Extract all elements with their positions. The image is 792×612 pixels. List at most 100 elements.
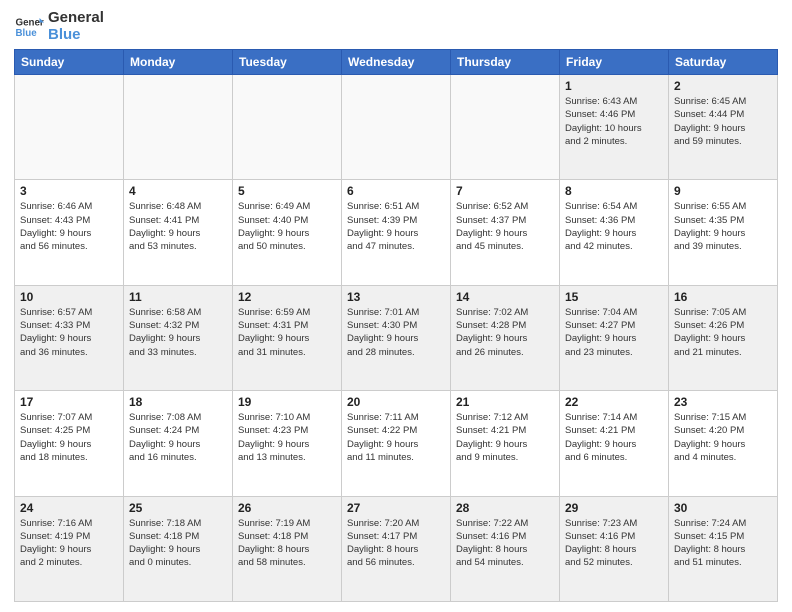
day-info: Sunrise: 7:10 AMSunset: 4:23 PMDaylight:… xyxy=(238,411,336,464)
calendar-table: SundayMondayTuesdayWednesdayThursdayFrid… xyxy=(14,49,778,602)
day-info: Sunrise: 7:18 AMSunset: 4:18 PMDaylight:… xyxy=(129,517,227,570)
week-row-1: 1Sunrise: 6:43 AMSunset: 4:46 PMDaylight… xyxy=(15,75,778,180)
day-number: 10 xyxy=(20,290,118,304)
day-number: 6 xyxy=(347,184,445,198)
day-info: Sunrise: 6:58 AMSunset: 4:32 PMDaylight:… xyxy=(129,306,227,359)
day-cell: 12 Sunrise: 6:59 AMSunset: 4:31 PMDayligh… xyxy=(233,285,342,390)
day-info: Sunrise: 7:24 AMSunset: 4:15 PMDaylight:… xyxy=(674,517,772,570)
day-cell xyxy=(233,75,342,180)
weekday-tuesday: Tuesday xyxy=(233,50,342,75)
day-cell: 10 Sunrise: 6:57 AMSunset: 4:33 PMDayligh… xyxy=(15,285,124,390)
day-cell: 23 Sunrise: 7:15 AMSunset: 4:20 PMDayligh… xyxy=(669,391,778,496)
day-cell: 30Sunrise: 7:24 AMSunset: 4:15 PMDayligh… xyxy=(669,496,778,601)
day-cell: 18 Sunrise: 7:08 AMSunset: 4:24 PMDayligh… xyxy=(124,391,233,496)
day-info: Sunrise: 6:46 AMSunset: 4:43 PMDaylight:… xyxy=(20,200,118,253)
day-info: Sunrise: 7:07 AMSunset: 4:25 PMDaylight:… xyxy=(20,411,118,464)
day-cell xyxy=(451,75,560,180)
day-cell: 6 Sunrise: 6:51 AMSunset: 4:39 PMDaylight… xyxy=(342,180,451,285)
day-number: 26 xyxy=(238,501,336,515)
day-number: 19 xyxy=(238,395,336,409)
day-info: Sunrise: 7:16 AMSunset: 4:19 PMDaylight:… xyxy=(20,517,118,570)
day-number: 12 xyxy=(238,290,336,304)
day-cell: 26 Sunrise: 7:19 AMSunset: 4:18 PMDayligh… xyxy=(233,496,342,601)
day-info: Sunrise: 7:14 AMSunset: 4:21 PMDaylight:… xyxy=(565,411,663,464)
day-number: 28 xyxy=(456,501,554,515)
day-info: Sunrise: 6:52 AMSunset: 4:37 PMDaylight:… xyxy=(456,200,554,253)
day-info: Sunrise: 7:12 AMSunset: 4:21 PMDaylight:… xyxy=(456,411,554,464)
day-cell: 19 Sunrise: 7:10 AMSunset: 4:23 PMDayligh… xyxy=(233,391,342,496)
header: General Blue General Blue xyxy=(14,10,778,43)
day-cell: 1Sunrise: 6:43 AMSunset: 4:46 PMDaylight… xyxy=(560,75,669,180)
day-number: 5 xyxy=(238,184,336,198)
day-info: Sunrise: 7:08 AMSunset: 4:24 PMDaylight:… xyxy=(129,411,227,464)
day-number: 25 xyxy=(129,501,227,515)
day-number: 11 xyxy=(129,290,227,304)
day-cell: 7Sunrise: 6:52 AMSunset: 4:37 PMDaylight… xyxy=(451,180,560,285)
day-number: 23 xyxy=(674,395,772,409)
day-info: Sunrise: 7:05 AMSunset: 4:26 PMDaylight:… xyxy=(674,306,772,359)
day-cell: 11 Sunrise: 6:58 AMSunset: 4:32 PMDayligh… xyxy=(124,285,233,390)
day-number: 24 xyxy=(20,501,118,515)
day-cell: 29 Sunrise: 7:23 AMSunset: 4:16 PMDayligh… xyxy=(560,496,669,601)
day-cell: 21 Sunrise: 7:12 AMSunset: 4:21 PMDayligh… xyxy=(451,391,560,496)
weekday-wednesday: Wednesday xyxy=(342,50,451,75)
day-cell: 3 Sunrise: 6:46 AMSunset: 4:43 PMDaylight… xyxy=(15,180,124,285)
day-number: 8 xyxy=(565,184,663,198)
day-cell: 15Sunrise: 7:04 AMSunset: 4:27 PMDayligh… xyxy=(560,285,669,390)
day-number: 18 xyxy=(129,395,227,409)
svg-text:Blue: Blue xyxy=(16,28,38,39)
day-cell: 16 Sunrise: 7:05 AMSunset: 4:26 PMDayligh… xyxy=(669,285,778,390)
page: General Blue General Blue SundayMondayTu… xyxy=(0,0,792,612)
day-number: 29 xyxy=(565,501,663,515)
day-cell: 27 Sunrise: 7:20 AMSunset: 4:17 PMDayligh… xyxy=(342,496,451,601)
day-info: Sunrise: 7:15 AMSunset: 4:20 PMDaylight:… xyxy=(674,411,772,464)
day-cell: 14 Sunrise: 7:02 AMSunset: 4:28 PMDayligh… xyxy=(451,285,560,390)
day-info: Sunrise: 6:49 AMSunset: 4:40 PMDaylight:… xyxy=(238,200,336,253)
day-info: Sunrise: 7:19 AMSunset: 4:18 PMDaylight:… xyxy=(238,517,336,570)
day-number: 1 xyxy=(565,79,663,93)
logo-text: General xyxy=(48,10,104,27)
week-row-2: 3 Sunrise: 6:46 AMSunset: 4:43 PMDaylight… xyxy=(15,180,778,285)
day-info: Sunrise: 6:59 AMSunset: 4:31 PMDaylight:… xyxy=(238,306,336,359)
day-cell: 24 Sunrise: 7:16 AMSunset: 4:19 PMDayligh… xyxy=(15,496,124,601)
day-cell: 20Sunrise: 7:11 AMSunset: 4:22 PMDayligh… xyxy=(342,391,451,496)
day-cell: 17 Sunrise: 7:07 AMSunset: 4:25 PMDayligh… xyxy=(15,391,124,496)
day-cell: 28Sunrise: 7:22 AMSunset: 4:16 PMDayligh… xyxy=(451,496,560,601)
day-number: 17 xyxy=(20,395,118,409)
day-number: 9 xyxy=(674,184,772,198)
day-info: Sunrise: 7:02 AMSunset: 4:28 PMDaylight:… xyxy=(456,306,554,359)
day-number: 16 xyxy=(674,290,772,304)
day-cell xyxy=(15,75,124,180)
calendar-body: 1Sunrise: 6:43 AMSunset: 4:46 PMDaylight… xyxy=(15,75,778,602)
weekday-monday: Monday xyxy=(124,50,233,75)
day-cell: 13Sunrise: 7:01 AMSunset: 4:30 PMDayligh… xyxy=(342,285,451,390)
day-cell: 2Sunrise: 6:45 AMSunset: 4:44 PMDaylight… xyxy=(669,75,778,180)
week-row-3: 10 Sunrise: 6:57 AMSunset: 4:33 PMDayligh… xyxy=(15,285,778,390)
day-cell: 5 Sunrise: 6:49 AMSunset: 4:40 PMDaylight… xyxy=(233,180,342,285)
day-cell: 4 Sunrise: 6:48 AMSunset: 4:41 PMDaylight… xyxy=(124,180,233,285)
day-cell: 25 Sunrise: 7:18 AMSunset: 4:18 PMDayligh… xyxy=(124,496,233,601)
weekday-saturday: Saturday xyxy=(669,50,778,75)
day-info: Sunrise: 6:57 AMSunset: 4:33 PMDaylight:… xyxy=(20,306,118,359)
day-info: Sunrise: 7:04 AMSunset: 4:27 PMDaylight:… xyxy=(565,306,663,359)
day-info: Sunrise: 7:20 AMSunset: 4:17 PMDaylight:… xyxy=(347,517,445,570)
day-number: 2 xyxy=(674,79,772,93)
weekday-thursday: Thursday xyxy=(451,50,560,75)
day-number: 21 xyxy=(456,395,554,409)
day-info: Sunrise: 6:54 AMSunset: 4:36 PMDaylight:… xyxy=(565,200,663,253)
weekday-sunday: Sunday xyxy=(15,50,124,75)
day-info: Sunrise: 7:23 AMSunset: 4:16 PMDaylight:… xyxy=(565,517,663,570)
day-number: 3 xyxy=(20,184,118,198)
day-number: 4 xyxy=(129,184,227,198)
day-cell: 22Sunrise: 7:14 AMSunset: 4:21 PMDayligh… xyxy=(560,391,669,496)
day-number: 13 xyxy=(347,290,445,304)
week-row-5: 24 Sunrise: 7:16 AMSunset: 4:19 PMDayligh… xyxy=(15,496,778,601)
day-cell: 8 Sunrise: 6:54 AMSunset: 4:36 PMDaylight… xyxy=(560,180,669,285)
day-cell xyxy=(342,75,451,180)
day-info: Sunrise: 6:51 AMSunset: 4:39 PMDaylight:… xyxy=(347,200,445,253)
logo-icon: General Blue xyxy=(14,12,44,42)
day-info: Sunrise: 6:48 AMSunset: 4:41 PMDaylight:… xyxy=(129,200,227,253)
day-number: 27 xyxy=(347,501,445,515)
day-number: 14 xyxy=(456,290,554,304)
day-number: 20 xyxy=(347,395,445,409)
